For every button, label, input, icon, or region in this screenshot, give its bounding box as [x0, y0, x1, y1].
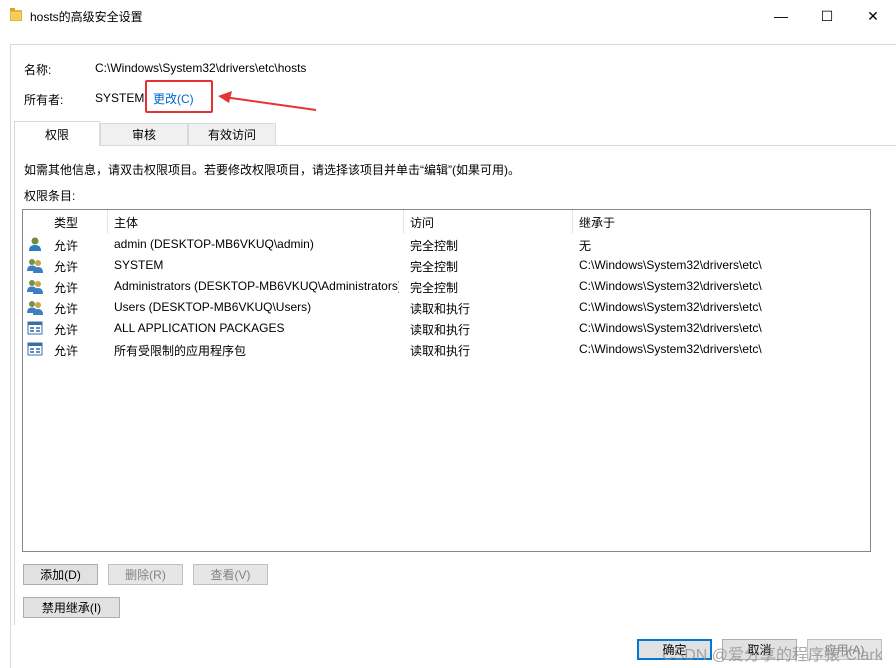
column-header-principal[interactable]: 主体	[107, 210, 403, 234]
remove-button[interactable]: 删除(R)	[108, 564, 183, 585]
app-package-icon	[27, 342, 43, 356]
tab-auditing[interactable]: 审核	[100, 123, 188, 145]
table-row[interactable]: 允许 SYSTEM 完全控制 C:\Windows\System32\drive…	[23, 255, 870, 276]
entry-inherited-from: C:\Windows\System32\drivers\etc\	[579, 342, 762, 356]
entry-access: 读取和执行	[410, 323, 471, 337]
annotation-arrow-icon	[218, 91, 317, 111]
entry-type: 允许	[54, 281, 79, 295]
table-row[interactable]: 允许 Users (DESKTOP-MB6VKUQ\Users) 读取和执行 C…	[23, 297, 870, 318]
view-button[interactable]: 查看(V)	[193, 564, 268, 585]
entry-principal: admin (DESKTOP-MB6VKUQ\admin)	[114, 237, 314, 251]
entry-access: 完全控制	[410, 239, 459, 253]
group-icon	[27, 259, 43, 273]
table-row[interactable]: 允许 admin (DESKTOP-MB6VKUQ\admin) 完全控制 无	[23, 234, 870, 255]
app-package-icon	[27, 321, 43, 335]
group-icon	[27, 280, 43, 294]
owner-value: SYSTEM	[95, 91, 145, 105]
entry-type: 允许	[54, 344, 79, 358]
entry-access: 完全控制	[410, 260, 459, 274]
user-icon	[29, 237, 41, 251]
add-button[interactable]: 添加(D)	[23, 564, 98, 585]
annotation-highlight-box	[145, 80, 213, 113]
table-row[interactable]: 允许 所有受限制的应用程序包 读取和执行 C:\Windows\System32…	[23, 339, 870, 360]
permission-entries-label: 权限条目:	[24, 189, 76, 203]
permission-entries-list[interactable]: 类型 主体 访问 继承于 允许 admin (DESKTOP-MB6VKUQ\a…	[22, 209, 871, 552]
group-icon	[27, 301, 43, 315]
disable-inheritance-button[interactable]: 禁用继承(I)	[23, 597, 120, 618]
entry-inherited-from: C:\Windows\System32\drivers\etc\	[579, 300, 762, 314]
entry-inherited-from: C:\Windows\System32\drivers\etc\	[579, 279, 762, 293]
window-title: hosts的高级安全设置	[30, 10, 143, 24]
entry-access: 完全控制	[410, 281, 459, 295]
watermark-text: CSDN @爱分享的程序猿-Clark	[662, 647, 883, 664]
entry-type: 允许	[54, 260, 79, 274]
entry-type: 允许	[54, 323, 79, 337]
owner-label: 所有者:	[24, 93, 64, 107]
entry-principal: SYSTEM	[114, 258, 164, 272]
folder-icon	[10, 8, 22, 21]
title-bar[interactable]: hosts的高级安全设置 — ☐ ✕	[0, 0, 896, 32]
entry-inherited-from: C:\Windows\System32\drivers\etc\	[579, 258, 762, 272]
entry-type: 允许	[54, 239, 79, 253]
column-header-inherited-from[interactable]: 继承于	[572, 210, 852, 234]
entry-inherited-from: C:\Windows\System32\drivers\etc\	[579, 321, 762, 335]
table-row[interactable]: 允许 ALL APPLICATION PACKAGES 读取和执行 C:\Win…	[23, 318, 870, 339]
entry-principal: Administrators (DESKTOP-MB6VKUQ\Administ…	[114, 279, 399, 293]
entry-inherited-from: 无	[579, 239, 592, 253]
maximize-button[interactable]: ☐	[804, 0, 850, 32]
minimize-button[interactable]: —	[758, 0, 804, 32]
tab-effective-access[interactable]: 有效访问	[188, 123, 276, 145]
name-label: 名称:	[24, 63, 52, 77]
object-path: C:\Windows\System32\drivers\etc\hosts	[95, 61, 307, 75]
table-row[interactable]: 允许 Administrators (DESKTOP-MB6VKUQ\Admin…	[23, 276, 870, 297]
tab-permissions[interactable]: 权限	[14, 121, 100, 146]
entry-principal: ALL APPLICATION PACKAGES	[114, 321, 285, 335]
column-header-access[interactable]: 访问	[403, 210, 573, 234]
entry-principal: 所有受限制的应用程序包	[114, 344, 247, 358]
entry-access: 读取和执行	[410, 302, 471, 316]
close-button[interactable]: ✕	[850, 0, 896, 32]
entry-type: 允许	[54, 302, 79, 316]
entry-access: 读取和执行	[410, 344, 471, 358]
entry-principal: Users (DESKTOP-MB6VKUQ\Users)	[114, 300, 312, 314]
info-text: 如需其他信息，请双击权限项目。若要修改权限项目，请选择该项目并单击“编辑”(如果…	[24, 163, 520, 177]
